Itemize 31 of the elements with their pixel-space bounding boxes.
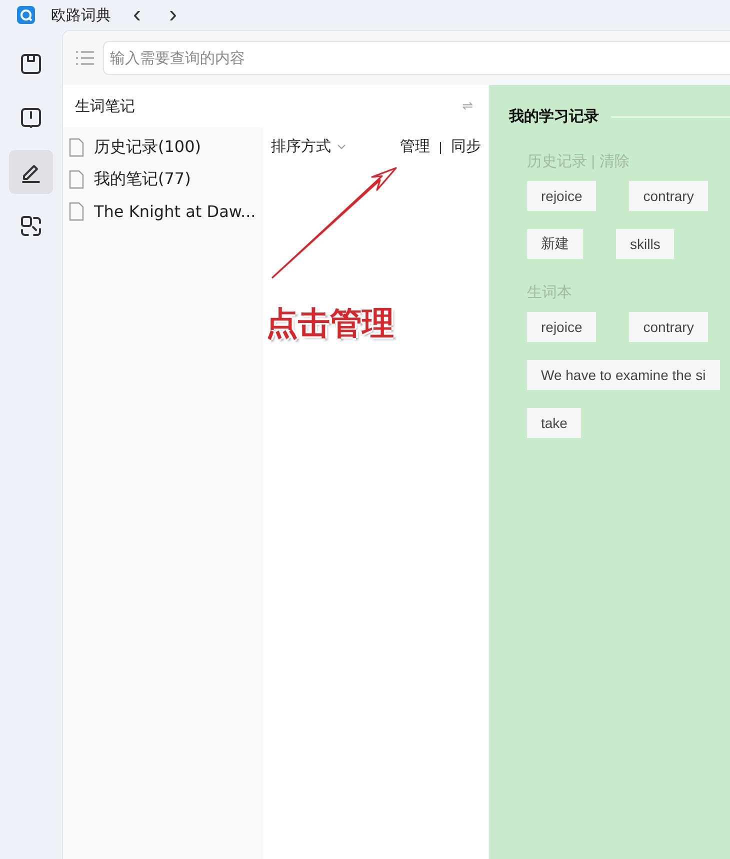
scan-icon	[20, 215, 42, 237]
word-chip[interactable]: skills	[616, 229, 674, 259]
back-button[interactable]: ‹	[127, 3, 147, 27]
panel-title: 生词笔记	[75, 96, 135, 116]
sync-link[interactable]: 同步	[451, 137, 481, 156]
document-icon	[69, 138, 84, 156]
rail-button[interactable]	[9, 150, 53, 194]
menu-icon[interactable]	[75, 50, 95, 66]
word-chip[interactable]: contrary	[629, 181, 708, 211]
notebook-item[interactable]: 我的笔记(77)	[94, 168, 191, 190]
notebook-item[interactable]: The Knight at Daw...	[94, 202, 256, 220]
section-heading: 我的学习记录	[509, 107, 599, 126]
word-chip[interactable]: rejoice	[527, 312, 596, 342]
book-icon	[20, 107, 42, 129]
app-logo-icon	[17, 6, 35, 24]
sort-dropdown[interactable]: 排序方式	[271, 137, 346, 156]
document-icon	[69, 170, 84, 188]
word-chip[interactable]: contrary	[629, 312, 708, 342]
annotation-text: 点击管理	[266, 303, 394, 344]
document-icon	[69, 202, 84, 220]
word-chip[interactable]: rejoice	[527, 181, 596, 211]
chevron-icon	[337, 144, 346, 150]
word-chip[interactable]: 新建	[527, 229, 583, 259]
notebook-item[interactable]: 历史记录(100)	[94, 136, 202, 158]
forward-button[interactable]: ›	[163, 3, 183, 27]
word-chip[interactable]: We have to examine the si	[527, 360, 720, 390]
search-field[interactable]: 输入需要查询的内容	[103, 41, 730, 75]
app-title: 欧路词典	[51, 6, 111, 24]
word-chip[interactable]: take	[527, 408, 582, 438]
notebook-icon	[20, 53, 42, 75]
manage-link[interactable]: 管理	[400, 137, 430, 156]
